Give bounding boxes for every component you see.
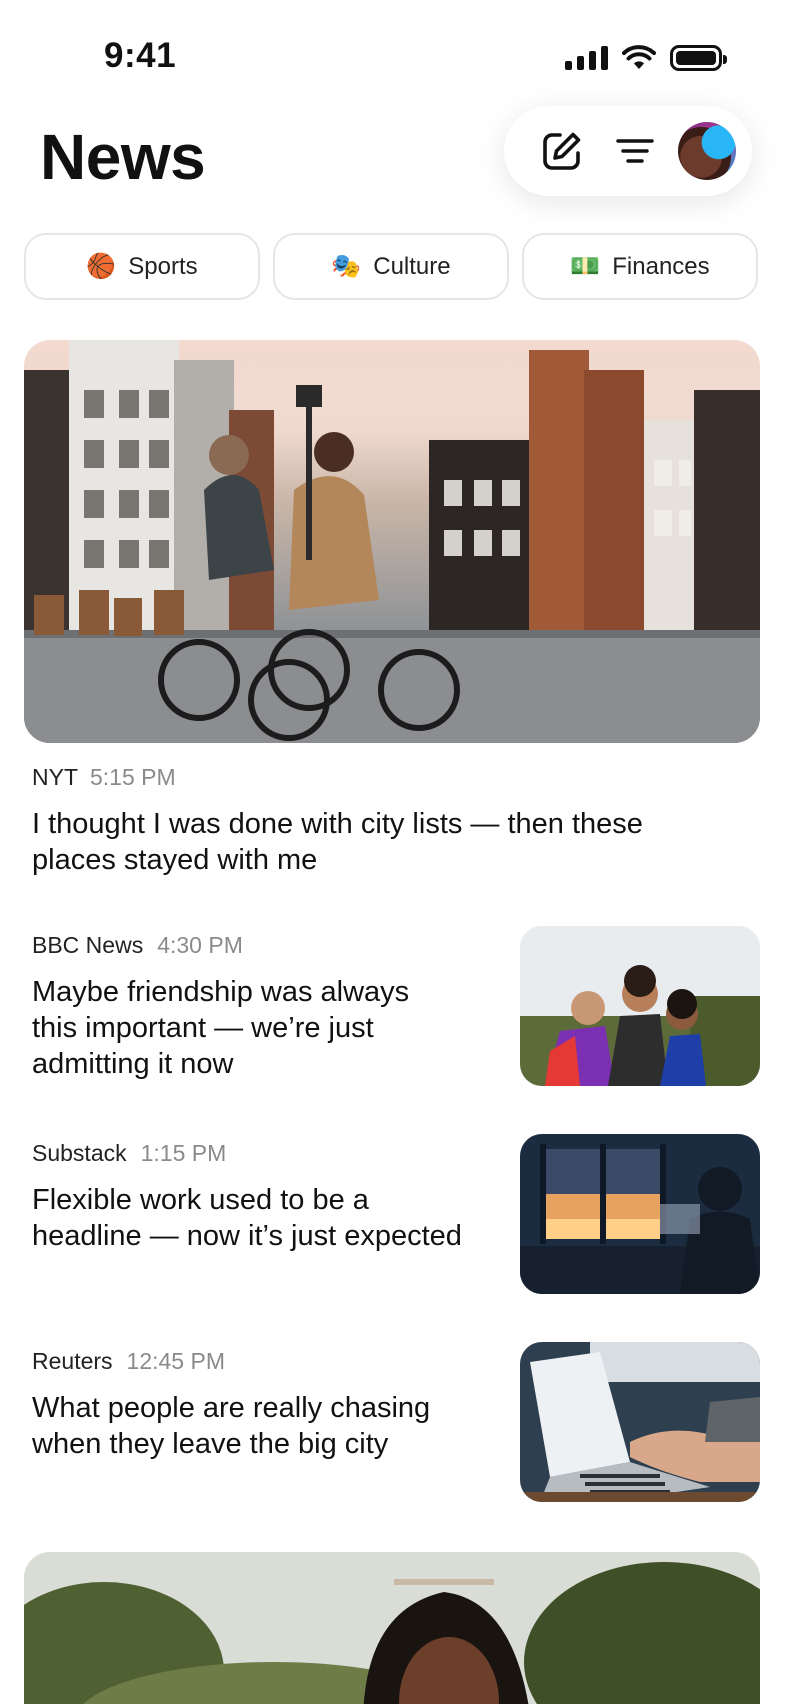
- article-list-item[interactable]: BBC News 4:30 PM Maybe friendship was al…: [32, 926, 760, 1086]
- profile-avatar[interactable]: [678, 122, 736, 180]
- category-chips: 🏀 Sports 🎭 Culture 💵 Finances: [24, 233, 758, 300]
- article-headline: What people are really chasing when they…: [32, 1392, 431, 1460]
- chip-sports[interactable]: 🏀 Sports: [24, 233, 260, 300]
- friends-photo-illustration: [520, 926, 760, 1086]
- chip-culture[interactable]: 🎭 Culture: [273, 233, 509, 300]
- hero-article-headline[interactable]: I thought I was done with city lists — t…: [32, 806, 732, 878]
- article-headline: Maybe friendship was always this importa…: [32, 976, 410, 1080]
- article-thumbnail: [520, 1134, 760, 1294]
- cellular-signal-icon: [565, 46, 608, 70]
- laptop-photo-illustration: [520, 1342, 760, 1502]
- money-icon: 💵: [570, 253, 601, 280]
- article-thumbnail: [520, 1342, 760, 1502]
- article-meta: Substack 1:15 PM: [32, 1140, 226, 1167]
- article-source: NYT: [32, 764, 78, 790]
- chip-label: Finances: [612, 252, 710, 280]
- article-time: 12:45 PM: [126, 1348, 225, 1374]
- compose-button[interactable]: [532, 121, 592, 181]
- filter-icon: [616, 139, 654, 163]
- status-time: 9:41: [104, 36, 177, 75]
- compose-icon: [543, 132, 581, 170]
- page-title: News: [40, 121, 206, 193]
- remote-work-photo-illustration: [520, 1134, 760, 1294]
- chip-label: Culture: [373, 252, 451, 280]
- filter-button[interactable]: [605, 121, 665, 181]
- article-source: BBC News: [32, 932, 144, 958]
- basketball-icon: 🏀: [86, 253, 117, 280]
- article-meta: Reuters 12:45 PM: [32, 1348, 225, 1375]
- status-bar: 9:41: [0, 0, 786, 100]
- article-source: Reuters: [32, 1348, 113, 1374]
- article-thumbnail: [520, 926, 760, 1086]
- wifi-icon: [622, 45, 656, 69]
- article-time: 1:15 PM: [140, 1140, 227, 1166]
- article-time: 5:15 PM: [90, 764, 176, 790]
- hero-article-image[interactable]: [24, 340, 760, 743]
- battery-icon: [670, 45, 727, 71]
- news-app-screen: 9:41 News 🏀 Sports 🎭 Culture 💵 Finances …: [0, 0, 786, 1704]
- article-meta: BBC News 4:30 PM: [32, 932, 243, 959]
- header-actions: [504, 106, 752, 196]
- article-time: 4:30 PM: [157, 932, 243, 958]
- article-list-item[interactable]: Substack 1:15 PM Flexible work used to b…: [32, 1134, 760, 1294]
- hero-article-meta: NYT 5:15 PM: [32, 764, 176, 791]
- article-source: Substack: [32, 1140, 127, 1166]
- chip-finances[interactable]: 💵 Finances: [522, 233, 758, 300]
- article-headline: Flexible work used to be a headline — no…: [32, 1184, 462, 1252]
- article-list-item[interactable]: Reuters 12:45 PM What people are really …: [32, 1342, 760, 1502]
- city-street-illustration: [24, 340, 760, 743]
- chip-label: Sports: [128, 252, 198, 280]
- portrait-photo-illustration: [24, 1552, 760, 1704]
- theater-masks-icon: 🎭: [331, 253, 362, 280]
- status-icons: [565, 44, 727, 72]
- next-hero-article-image[interactable]: [24, 1552, 760, 1704]
